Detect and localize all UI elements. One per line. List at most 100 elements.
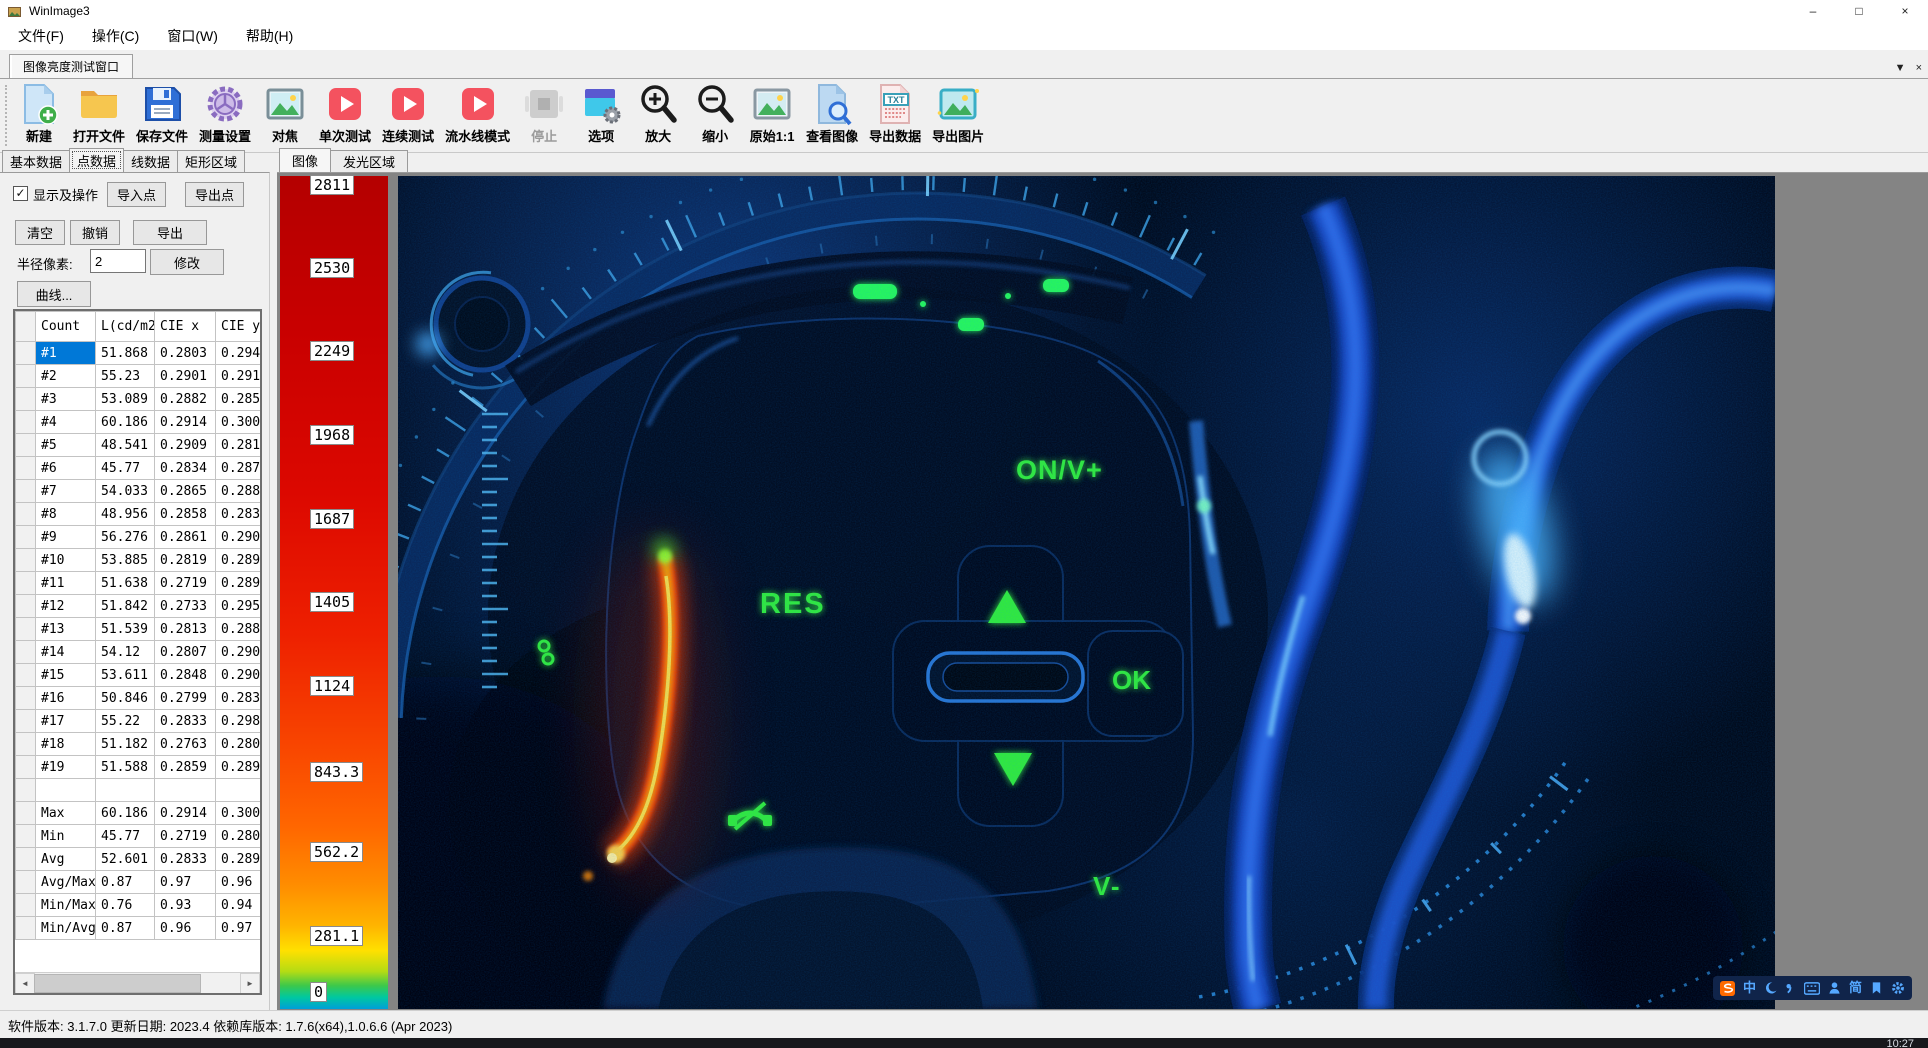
continuous-test-button[interactable]: 连续测试 [382,82,434,145]
tab-close-icon[interactable]: × [1916,62,1922,74]
table-row[interactable]: #1351.5390.28130.2889 [16,618,263,641]
table-cell[interactable]: 45.77 [96,457,155,480]
row-header[interactable] [16,756,36,779]
table-cell[interactable]: 0.2799 [155,687,216,710]
table-cell[interactable]: 0.2859 [155,756,216,779]
table-cell[interactable]: 0.2914 [155,411,216,434]
table-row[interactable]: #460.1860.29140.3001 [16,411,263,434]
table-row[interactable]: #1851.1820.27630.2808 [16,733,263,756]
table-cell[interactable]: 0.3001 [216,802,263,825]
scroll-left-icon[interactable]: ◄ [15,973,35,994]
table-cell[interactable]: 60.186 [96,411,155,434]
table-cell[interactable]: 0.2834 [155,457,216,480]
table-cell[interactable]: 0.2903 [216,526,263,549]
table-cell[interactable]: 0.2888 [216,480,263,503]
row-header[interactable] [16,664,36,687]
open-file-button[interactable]: 打开文件 [73,82,125,145]
table-row[interactable]: #1251.8420.27330.2954 [16,595,263,618]
table-cell[interactable] [36,779,96,802]
row-header[interactable] [16,802,36,825]
image-viewport[interactable]: 2811253022491968168714051124843.3562.228… [277,172,1928,1010]
table-cell[interactable]: 54.12 [96,641,155,664]
table-row[interactable]: #255.230.29010.2912 [16,365,263,388]
table-cell[interactable]: 0.93 [155,894,216,917]
table-cell[interactable]: 0.2907 [216,664,263,687]
table-cell[interactable]: 51.842 [96,595,155,618]
row-header[interactable] [16,411,36,434]
tab-image-brightness-test[interactable]: 图像亮度测试窗口 [9,54,133,78]
table-column-header[interactable]: L(cd/m2) [96,312,155,342]
table-cell[interactable]: 60.186 [96,802,155,825]
tab-image[interactable]: 图像 [279,148,331,172]
table-cell[interactable]: #1 [36,342,96,365]
toolbar-grip[interactable] [5,85,10,146]
table-cell[interactable]: 54.033 [96,480,155,503]
table-cell[interactable] [155,779,216,802]
table-cell[interactable]: 0.2861 [155,526,216,549]
table-cell[interactable]: 0.2812 [216,434,263,457]
table-cell[interactable]: #16 [36,687,96,710]
table-row[interactable]: #956.2760.28610.2903 [16,526,263,549]
tab-emitting-region[interactable]: 发光区域 [330,150,408,172]
menu-file[interactable]: 文件(F) [4,22,78,50]
table-cell[interactable]: 48.956 [96,503,155,526]
table-cell[interactable]: 53.089 [96,388,155,411]
measurement-table[interactable]: CountL(cd/m2)CIE xCIE y#151.8680.28030.2… [13,309,262,995]
table-cell[interactable]: #13 [36,618,96,641]
table-cell[interactable]: Max [36,802,96,825]
table-cell[interactable]: 0.2891 [216,572,263,595]
table-cell[interactable]: 55.23 [96,365,155,388]
row-header[interactable] [16,917,36,940]
zoom-in-button[interactable]: 放大 [635,82,681,145]
table-cell[interactable]: 0.96 [216,871,263,894]
chinese-english-toggle-icon[interactable]: 中 [1743,976,1756,1000]
radius-pixels-input[interactable] [90,249,146,273]
show-operate-checkbox[interactable]: ✓ [13,186,28,201]
options-button[interactable]: 选项 [578,82,624,145]
table-cell[interactable]: 55.22 [96,710,155,733]
table-cell[interactable]: 0.97 [216,917,263,940]
table-cell[interactable]: 0.2855 [216,388,263,411]
row-header[interactable] [16,733,36,756]
clear-button[interactable]: 清空 [15,220,65,245]
row-header[interactable] [16,618,36,641]
settings-gear-icon[interactable] [1891,981,1905,995]
table-row[interactable]: Avg/Max0.870.970.96 [16,871,263,894]
table-row[interactable] [16,779,263,802]
table-column-header[interactable]: CIE y [216,312,263,342]
row-header[interactable] [16,503,36,526]
table-cell[interactable]: #14 [36,641,96,664]
table-cell[interactable]: 53.885 [96,549,155,572]
table-cell[interactable]: 0.2858 [155,503,216,526]
tab-line-data[interactable]: 线数据 [123,150,178,172]
table-cell[interactable]: 0.76 [96,894,155,917]
table-cell[interactable]: 56.276 [96,526,155,549]
table-cell[interactable]: 0.2942 [216,342,263,365]
row-header[interactable] [16,388,36,411]
table-cell[interactable] [216,779,263,802]
table-cell[interactable]: 51.588 [96,756,155,779]
table-row[interactable]: Avg52.6010.28330.2894 [16,848,263,871]
table-cell[interactable]: 0.87 [96,917,155,940]
table-row[interactable]: #353.0890.28820.2855 [16,388,263,411]
table-cell[interactable]: 51.182 [96,733,155,756]
tab-list-dropdown-icon[interactable]: ▼ [1895,62,1906,74]
undo-button[interactable]: 撤销 [70,220,120,245]
minimize-button[interactable]: – [1790,0,1836,22]
row-header[interactable] [16,894,36,917]
soft-keyboard-icon[interactable] [1804,982,1820,995]
table-cell[interactable]: 0.2848 [155,664,216,687]
table-cell[interactable]: #15 [36,664,96,687]
export-data-button[interactable]: TXT 导出数据 [869,82,921,145]
new-button[interactable]: 新建 [16,82,62,145]
table-cell[interactable]: 0.2882 [155,388,216,411]
table-cell[interactable]: 0.3001 [216,411,263,434]
table-cell[interactable]: #19 [36,756,96,779]
table-cell[interactable]: 0.2896 [216,756,263,779]
zoom-out-button[interactable]: 缩小 [692,82,738,145]
row-header[interactable] [16,434,36,457]
table-cell[interactable]: #2 [36,365,96,388]
simplified-traditional-icon[interactable]: 简 [1849,976,1862,1000]
row-header[interactable] [16,871,36,894]
table-cell[interactable]: 0.2871 [216,457,263,480]
